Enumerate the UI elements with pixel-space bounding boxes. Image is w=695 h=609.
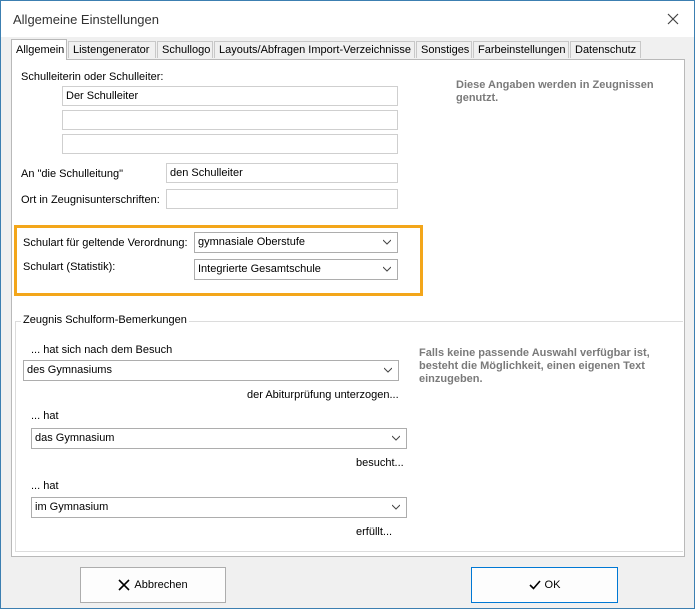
zeugnis-hint: Diese Angaben werden in Zeugnissen genut… — [456, 79, 654, 104]
an-label: An "die Schulleitung" — [21, 168, 123, 180]
window-title: Allgemeine Einstellungen — [13, 12, 159, 27]
chevron-down-icon — [384, 367, 392, 373]
remark1-suffix: der Abiturprüfung unterzogen... — [247, 389, 399, 401]
chevron-down-icon — [383, 239, 391, 245]
statistik-value: Integrierte Gesamtschule — [198, 263, 321, 275]
cancel-button[interactable]: Abbrechen — [80, 567, 226, 603]
close-icon — [118, 579, 130, 591]
checkmark-icon — [528, 579, 541, 591]
tab-schullogo[interactable]: Schullogo — [157, 41, 213, 58]
statistik-label: Schulart (Statistik): — [23, 261, 116, 273]
principal-line1-input[interactable]: Der Schulleiter — [62, 86, 398, 106]
remark3-suffix: erfüllt... — [356, 526, 393, 538]
principal-line3-input[interactable] — [62, 134, 398, 154]
remarks-hint: Falls keine passende Auswahl verfügbar i… — [419, 347, 650, 385]
tab-listengenerator[interactable]: Listengenerator — [68, 41, 156, 58]
tab-sonstiges[interactable]: Sonstiges — [416, 41, 472, 58]
settings-dialog: Allgemeine Einstellungen Allgemein Liste… — [0, 0, 695, 609]
close-icon — [667, 13, 679, 25]
remark2-dropdown[interactable]: das Gymnasium — [31, 428, 407, 449]
remark3-label: ... hat — [31, 480, 59, 492]
ort-label: Ort in Zeugnisunterschriften: — [21, 194, 160, 206]
tab-farbeinstellungen[interactable]: Farbeinstellungen — [473, 41, 569, 58]
remarks-group-title: Zeugnis Schulform-Bemerkungen — [21, 314, 189, 326]
remark1-dropdown[interactable]: des Gymnasiums — [23, 360, 399, 381]
ort-input[interactable] — [166, 189, 398, 209]
remark2-suffix: besucht... — [356, 457, 404, 469]
ok-button[interactable]: OK — [471, 567, 618, 603]
chevron-down-icon — [383, 266, 391, 272]
statistik-dropdown[interactable]: Integrierte Gesamtschule — [194, 259, 398, 280]
schulart-label: Schulart für geltende Verordnung: — [23, 237, 188, 249]
tab-datenschutz[interactable]: Datenschutz — [570, 41, 641, 58]
close-button[interactable] — [660, 7, 686, 31]
remark3-value: im Gymnasium — [35, 501, 109, 513]
title-bar: Allgemeine Einstellungen — [1, 1, 694, 37]
tab-allgemein[interactable]: Allgemein — [11, 39, 67, 60]
cancel-button-label: Abbrechen — [134, 579, 188, 591]
remark3-dropdown[interactable]: im Gymnasium — [31, 497, 407, 518]
principal-line2-input[interactable] — [62, 110, 398, 130]
principal-label: Schulleiterin oder Schulleiter: — [21, 71, 164, 83]
remark2-label: ... hat — [31, 410, 59, 422]
chevron-down-icon — [392, 435, 400, 441]
an-schulleitung-input[interactable]: den Schulleiter — [166, 163, 398, 183]
remark2-value: das Gymnasium — [35, 432, 115, 444]
tab-layouts[interactable]: Layouts/Abfragen Import-Verzeichnisse — [214, 41, 415, 58]
schulart-dropdown[interactable]: gymnasiale Oberstufe — [194, 232, 398, 253]
chevron-down-icon — [392, 504, 400, 510]
remark1-label: ... hat sich nach dem Besuch — [31, 344, 173, 356]
schulart-value: gymnasiale Oberstufe — [198, 236, 305, 248]
remark1-value: des Gymnasiums — [27, 364, 112, 376]
ok-button-label: OK — [544, 579, 561, 591]
